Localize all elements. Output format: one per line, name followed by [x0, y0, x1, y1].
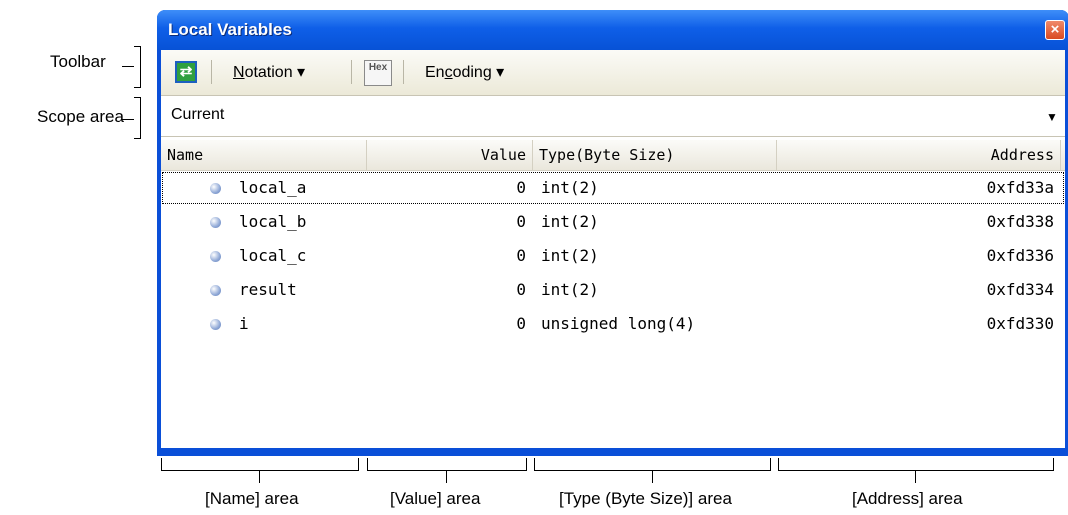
scope-dropdown[interactable]: Current ▼ — [161, 96, 1065, 137]
cell-address: 0xfd330 — [986, 314, 1054, 333]
column-header-type[interactable]: Type(Byte Size) — [533, 140, 777, 170]
cell-value[interactable]: 0 — [367, 307, 526, 341]
callout-scope-leader — [122, 119, 134, 120]
callout-type-area: [Type (Byte Size)] area — [559, 489, 732, 508]
type-area-bracket — [534, 458, 771, 471]
encoding-label-mnemonic: c — [444, 64, 453, 81]
cell-type: int(2) — [541, 178, 599, 197]
name-area-bracket — [161, 458, 359, 471]
cell-name: result — [239, 280, 297, 299]
cell-type: int(2) — [541, 280, 599, 299]
table-row[interactable]: local_c 0 int(2) 0xfd336 — [161, 239, 1065, 273]
callout-name-area: [Name] area — [205, 489, 299, 508]
window-title: Local Variables — [168, 20, 292, 39]
name-area-leader — [259, 471, 260, 483]
chevron-down-icon[interactable]: ▼ — [1043, 106, 1061, 126]
encoding-label-pre: En — [425, 64, 445, 81]
callout-scope-area: Scope area — [37, 107, 124, 126]
grid-header: Name Value Type(Byte Size) Address — [161, 140, 1065, 171]
encoding-label-rest: oding ▾ — [452, 64, 505, 81]
cell-name: i — [239, 314, 249, 333]
value-area-leader — [446, 471, 447, 483]
toolbar: ⇄ Notation ▾ Hex Encoding ▾ — [161, 50, 1065, 96]
title-bar[interactable]: Local Variables × — [157, 10, 1068, 50]
variable-icon — [210, 285, 221, 296]
window-client: ⇄ Notation ▾ Hex Encoding ▾ Current ▼ Na… — [161, 50, 1065, 448]
variable-icon — [210, 319, 221, 330]
notation-label-mnemonic: N — [233, 64, 245, 81]
cell-value[interactable]: 0 — [367, 273, 526, 307]
scope-value: Current — [171, 106, 225, 123]
table-row[interactable]: i 0 unsigned long(4) 0xfd330 — [161, 307, 1065, 341]
type-area-leader — [652, 471, 653, 483]
cell-name: local_c — [239, 246, 307, 265]
cell-name: local_a — [239, 178, 307, 197]
cell-type: unsigned long(4) — [541, 314, 696, 333]
callout-address-area: [Address] area — [852, 489, 963, 508]
table-row[interactable]: local_b 0 int(2) 0xfd338 — [161, 205, 1065, 239]
variable-icon — [210, 217, 221, 228]
variable-icon — [210, 183, 221, 194]
toolbar-separator — [351, 60, 352, 84]
table-row[interactable]: result 0 int(2) 0xfd334 — [161, 273, 1065, 307]
column-header-value[interactable]: Value — [367, 140, 533, 170]
address-area-bracket — [778, 458, 1054, 471]
callout-toolbar: Toolbar — [50, 52, 106, 71]
callout-toolbar-bracket — [134, 46, 141, 88]
cell-value[interactable]: 0 — [367, 171, 526, 205]
hex-label: Hex — [368, 62, 388, 73]
toolbar-separator — [211, 60, 212, 84]
cell-address: 0xfd334 — [986, 280, 1054, 299]
cell-address: 0xfd33a — [986, 178, 1054, 197]
value-area-bracket — [367, 458, 527, 471]
cell-address: 0xfd338 — [986, 212, 1054, 231]
cell-address: 0xfd336 — [986, 246, 1054, 265]
toolbar-separator — [403, 60, 404, 84]
notation-menu-button[interactable]: Notation ▾ — [233, 62, 305, 82]
notation-label-rest: otation ▾ — [244, 64, 306, 81]
cell-type: int(2) — [541, 246, 599, 265]
column-header-name[interactable]: Name — [161, 140, 367, 170]
callout-value-area: [Value] area — [390, 489, 481, 508]
cell-name: local_b — [239, 212, 307, 231]
variables-grid: Name Value Type(Byte Size) Address local… — [161, 140, 1065, 448]
encoding-menu-button[interactable]: Encoding ▾ — [425, 62, 504, 82]
address-area-leader — [915, 471, 916, 483]
cell-value[interactable]: 0 — [367, 239, 526, 273]
close-icon[interactable]: × — [1045, 20, 1065, 40]
refresh-icon[interactable]: ⇄ — [175, 61, 197, 83]
column-header-address[interactable]: Address — [777, 140, 1061, 170]
cell-value[interactable]: 0 — [367, 205, 526, 239]
table-row[interactable]: local_a 0 int(2) 0xfd33a — [161, 171, 1065, 205]
variable-icon — [210, 251, 221, 262]
hex-display-icon[interactable]: Hex — [364, 60, 392, 86]
local-variables-window: Local Variables × ⇄ Notation ▾ Hex Encod… — [157, 10, 1068, 456]
callout-toolbar-leader — [122, 66, 134, 67]
callout-scope-bracket — [134, 97, 141, 139]
cell-type: int(2) — [541, 212, 599, 231]
